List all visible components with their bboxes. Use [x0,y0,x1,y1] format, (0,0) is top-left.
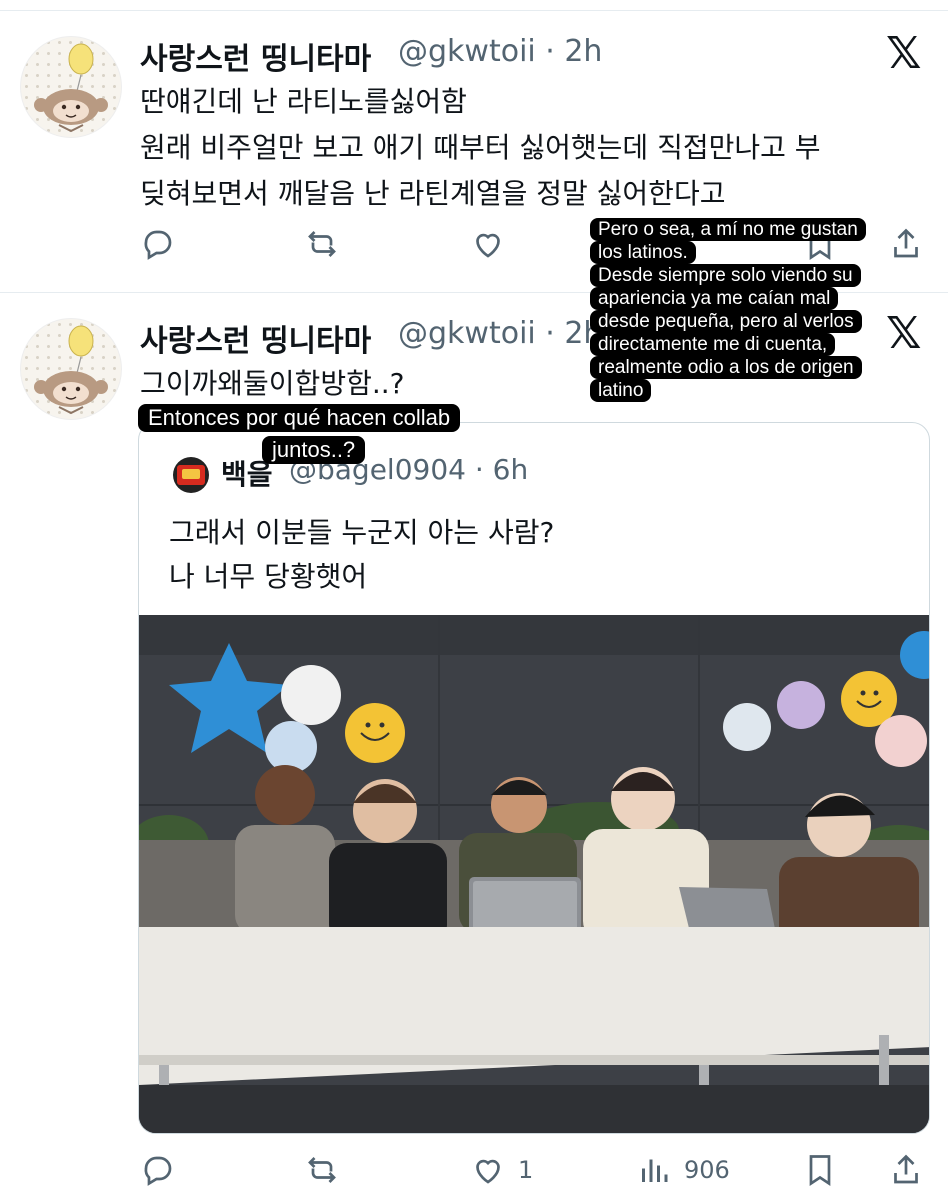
like-icon [476,233,500,258]
retweet-button[interactable] [304,1152,340,1188]
retweet-icon [308,1157,336,1183]
caption-line: juntos..? [262,436,366,464]
display-name[interactable]: 사랑스런 띵니타마 [140,34,371,78]
caption-line: latino [590,379,652,402]
like-button[interactable] [470,226,506,262]
share-icon [894,228,918,258]
avatar[interactable] [20,36,122,138]
caption-line: directamente me di cuenta, [590,333,836,356]
quoted-tweet-card[interactable]: 백을 @bagel0904 · 6h 그래서 이분들 누군지 아는 사람? 나 … [138,422,930,1134]
bookmark-icon [809,1155,831,1187]
quoted-avatar [173,457,209,493]
x-logo-icon: 𝕏 [886,308,922,359]
tweet-text-line: 딴얘긴데 난 라티노를싫어함 [140,85,467,118]
views-button[interactable]: 906 [636,1152,730,1188]
share-button[interactable] [888,226,924,262]
display-name[interactable]: 사랑스런 띵니타마 [140,316,371,360]
handle-timestamp[interactable]: @gkwtoii · 2h [398,34,602,69]
caption-line: Pero o sea, a mí no me gustan [590,218,866,241]
x-logo-icon: 𝕏 [886,28,922,79]
caption-line: desde pequeña, pero al verlos [590,310,862,333]
tweet-text-line: 딪혀보면서 깨달음 난 라틴계열을 정말 싫어한다고 [140,177,726,210]
reply-button[interactable] [140,1152,176,1188]
reply-icon [144,230,172,260]
caption-line: apariencia ya me caían mal [590,287,839,310]
retweet-button[interactable] [304,226,340,262]
reply-button[interactable] [140,226,176,262]
share-icon [894,1154,918,1184]
handle-timestamp[interactable]: @gkwtoii · 2h [398,316,602,351]
like-count: 1 [518,1156,534,1184]
quoted-text-line: 그래서 이분들 누군지 아는 사람? [169,516,555,549]
like-icon [476,1159,500,1184]
views-icon [642,1159,668,1182]
caption-line: Desde siempre solo viendo su [590,264,861,287]
like-button[interactable]: 1 [470,1152,533,1188]
caption-line: los latinos. [590,241,696,264]
reply-icon [144,1156,172,1186]
retweet-icon [308,231,336,257]
views-count: 906 [684,1156,730,1184]
tweet-text-line: 그이까왜둘이합방함..? [140,367,405,400]
quoted-photo[interactable] [139,615,929,1133]
caption-line: realmente odio a los de origen [590,356,862,379]
tweet-text-line: 원래 비주얼만 보고 애기 때부터 싫어햇는데 직접만나고 부 [140,131,821,164]
caption-line: Entonces por qué hacen collab [138,404,461,432]
share-button[interactable] [888,1152,924,1188]
top-divider [0,10,948,11]
quoted-text-line: 나 너무 당황햇어 [169,560,368,593]
bookmark-button[interactable] [802,1152,838,1188]
avatar[interactable] [20,318,122,420]
